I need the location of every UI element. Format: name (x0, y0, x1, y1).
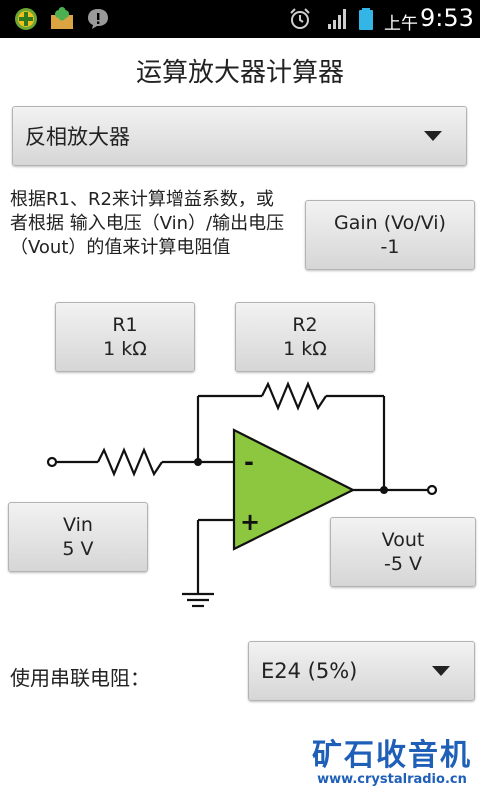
series-resistor-label: 使用串联电阻： (10, 666, 150, 690)
series-resistor-spinner[interactable]: E24 (5%) (248, 641, 475, 701)
page-title: 运算放大器计算器 (135, 58, 344, 88)
plus-app-icon (15, 8, 37, 30)
clover-mail-icon (51, 7, 73, 29)
dropdown-arrow-icon (424, 131, 442, 141)
junction-dot-input (194, 458, 202, 466)
r2-resistor (261, 381, 327, 411)
r1-label: R1 (112, 314, 138, 336)
series-resistor-value: E24 (5%) (261, 659, 358, 683)
opamp-plus-sign: + (240, 508, 260, 536)
gain-value: -1 (380, 236, 400, 258)
vin-button[interactable]: Vin 5 V (8, 502, 148, 572)
r1-value: 1 kΩ (103, 338, 147, 360)
chat-bubble-icon (88, 9, 108, 29)
vin-label: Vin (63, 514, 93, 536)
status-bar: 上午 9:53 (0, 0, 480, 38)
r1-resistor (97, 447, 163, 477)
vout-label: Vout (381, 529, 425, 551)
gain-button[interactable]: Gain (Vo/Vi) -1 (305, 200, 475, 270)
battery-icon (359, 8, 373, 30)
vout-terminal (426, 484, 438, 496)
r1-button[interactable]: R1 1 kΩ (55, 302, 195, 372)
signal-strength-icon (328, 9, 346, 29)
watermark-name: 矿石收音机 (312, 738, 472, 773)
junction-dot-output (380, 486, 388, 494)
gain-label: Gain (Vo/Vi) (334, 212, 446, 234)
amplifier-type-value: 反相放大器 (25, 125, 130, 149)
description-text: 根据R1、R2来计算增益系数，或者根据 输入电压（Vin）/输出电压（Vout）… (10, 189, 285, 258)
vin-value: 5 V (62, 538, 94, 560)
amplifier-type-spinner[interactable]: 反相放大器 (12, 106, 467, 166)
r2-value: 1 kΩ (283, 338, 327, 360)
vin-terminal (46, 456, 58, 468)
watermark-url: www.crystalradio.cn (317, 772, 467, 787)
opamp-minus-sign: - (244, 448, 254, 476)
status-time: 9:53 (420, 4, 474, 32)
vout-value: -5 V (384, 553, 422, 575)
alarm-icon (290, 8, 310, 29)
r2-button[interactable]: R2 1 kΩ (235, 302, 375, 372)
dropdown-arrow-icon (432, 666, 450, 676)
watermark: 矿石收音机 www.crystalradio.cn (312, 738, 472, 787)
r2-label: R2 (292, 314, 318, 336)
vout-button[interactable]: Vout -5 V (330, 517, 476, 587)
status-ampm: 上午 (384, 14, 418, 34)
